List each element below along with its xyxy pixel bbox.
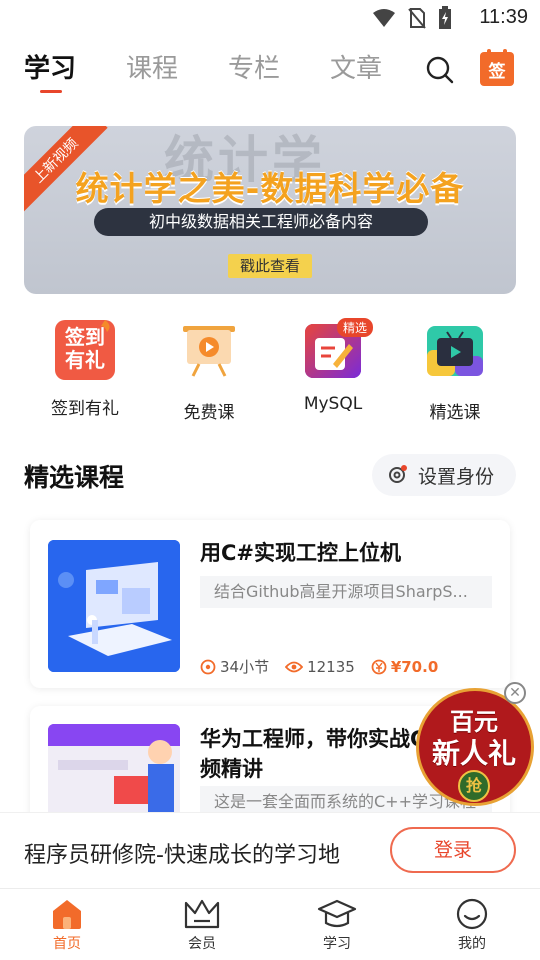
nav-profile[interactable]: 我的: [432, 897, 512, 953]
banner-title: 统计学之美-数据科学必备: [75, 169, 465, 208]
battery-charging-icon: [439, 6, 451, 29]
top-tab-bar: 学习 课程 专栏 文章 签: [24, 48, 524, 96]
banner-cta-button[interactable]: 戳此查看: [228, 254, 312, 278]
bottom-navigation: 首页 会员 学习 我的: [0, 888, 540, 960]
course-thumbnail: [48, 540, 180, 672]
nav-home[interactable]: 首页: [27, 897, 107, 953]
app-slogan: 程序员研修院-快速成长的学习地: [24, 843, 340, 868]
quick-item-label: MySQL: [303, 394, 363, 414]
quick-item-selected[interactable]: 精选课: [400, 320, 510, 423]
tab-study[interactable]: 学习: [24, 48, 76, 85]
quick-item-label: 精选课: [429, 403, 481, 423]
gift-checkin-icon: 签到 有礼: [55, 320, 115, 380]
eye-icon: [285, 661, 304, 672]
quick-item-label: 免费课: [183, 403, 235, 423]
newcomer-gift-promo[interactable]: 百元 新人礼 抢 ✕: [412, 680, 536, 808]
login-button[interactable]: 登录: [390, 827, 516, 873]
tab-courses[interactable]: 课程: [126, 48, 178, 85]
course-title: 用C#实现工控上位机: [200, 541, 402, 565]
nav-membership[interactable]: 会员: [162, 897, 242, 953]
wifi-icon: [373, 9, 395, 27]
nav-label: 学习: [323, 936, 351, 952]
tv-icon: [427, 326, 483, 376]
graduation-cap-icon: [317, 899, 357, 928]
course-meta: 34小节 12135 ¥70.0: [200, 656, 438, 677]
smiley-profile-icon: [456, 898, 488, 930]
set-identity-button[interactable]: 设置身份: [372, 454, 516, 496]
set-identity-label: 设置身份: [418, 465, 495, 488]
nav-study[interactable]: 学习: [297, 897, 377, 953]
sign-in-calendar-button[interactable]: 签: [480, 49, 514, 86]
nav-label: 首页: [53, 936, 81, 952]
course-thumbnail: [48, 724, 180, 826]
quick-menu: 签到 有礼 签到有礼 免费课 精选 MySQL 精选课: [24, 318, 516, 423]
no-sim-icon: [408, 8, 426, 29]
course-card[interactable]: 用C#实现工控上位机 结合Github高星开源项目SharpS... 34小节 …: [30, 520, 510, 688]
nav-label: 我的: [458, 936, 486, 952]
status-bar: 11:39: [0, 0, 540, 36]
banner-subtitle: 初中级数据相关工程师必备内容: [94, 208, 428, 236]
quick-item-free-course[interactable]: 免费课: [154, 320, 264, 423]
nav-label: 会员: [188, 936, 216, 952]
promo-line2: 新人礼: [431, 737, 516, 770]
quick-item-mysql[interactable]: 精选 MySQL: [278, 318, 388, 414]
quick-item-label: 签到有礼: [51, 399, 119, 419]
play-board-icon: [183, 326, 235, 377]
featured-badge: 精选: [336, 318, 373, 337]
section-title: 精选课程: [24, 463, 125, 492]
search-icon[interactable]: [426, 56, 454, 84]
checkin-icon-text: 签到 有礼: [65, 325, 105, 372]
course-description: 结合Github高星开源项目SharpS...: [200, 576, 492, 608]
lesson-count-icon: [200, 659, 216, 674]
grab-button[interactable]: 抢: [458, 770, 490, 802]
clock: 11:39: [479, 6, 528, 28]
promo-banner[interactable]: 统计学 上新视频 统计学之美-数据科学必备 初中级数据相关工程师必备内容 戳此查…: [24, 126, 516, 294]
price-icon: [371, 659, 387, 674]
lesson-count: 34小节: [220, 658, 270, 676]
quick-item-checkin[interactable]: 签到 有礼 签到有礼: [30, 320, 140, 419]
tab-columns[interactable]: 专栏: [228, 48, 280, 85]
view-count: 12135: [307, 657, 355, 676]
login-prompt-bar: 程序员研修院-快速成长的学习地 登录: [0, 812, 540, 888]
close-icon[interactable]: ✕: [504, 682, 526, 704]
home-icon: [53, 900, 81, 929]
active-tab-indicator: [40, 90, 62, 93]
gear-icon: [389, 465, 407, 483]
mysql-edit-icon: 精选: [303, 318, 373, 380]
crown-icon: [184, 899, 220, 929]
status-icons: [372, 6, 452, 30]
tab-articles[interactable]: 文章: [330, 48, 382, 85]
course-price: ¥70.0: [390, 657, 439, 676]
